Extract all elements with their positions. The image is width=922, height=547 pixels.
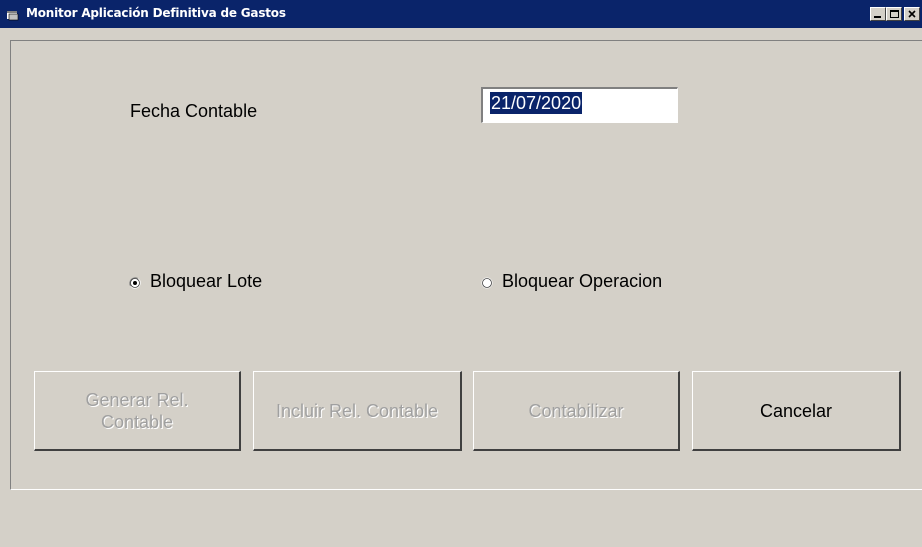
bloquear-operacion-radio[interactable] xyxy=(481,277,493,289)
close-button[interactable] xyxy=(904,7,920,21)
incluir-button-label: Incluir Rel. Contable xyxy=(275,400,439,421)
contabilizar-button-label: Contabilizar xyxy=(528,400,624,421)
window-title: Monitor Aplicación Definitiva de Gastos xyxy=(26,6,286,20)
fecha-contable-input[interactable]: 21/07/2020 xyxy=(481,87,678,123)
bloquear-lote-radio[interactable] xyxy=(129,277,141,289)
fecha-contable-label: Fecha Contable xyxy=(130,101,258,121)
maximize-icon xyxy=(890,10,899,18)
generar-label-line2: Contable xyxy=(100,411,174,432)
incluir-rel-contable-button[interactable]: Incluir Rel. Contable xyxy=(253,371,462,451)
minimize-icon xyxy=(874,16,881,18)
fecha-contable-value: 21/07/2020 xyxy=(490,92,583,114)
cancelar-button-label: Cancelar xyxy=(759,400,833,421)
title-bar[interactable]: Monitor Aplicación Definitiva de Gastos xyxy=(0,0,922,28)
contabilizar-button[interactable]: Contabilizar xyxy=(473,371,680,451)
minimize-button[interactable] xyxy=(870,7,886,21)
generar-label-line1: Generar Rel. xyxy=(85,389,189,410)
cancelar-button[interactable]: Cancelar xyxy=(692,371,901,451)
application-window: Monitor Aplicación Definitiva de Gastos … xyxy=(0,0,922,547)
bloquear-operacion-label[interactable]: Bloquear Operacion xyxy=(502,271,662,292)
maximize-button[interactable] xyxy=(886,7,902,21)
generar-button-label: Generar Rel. Contable xyxy=(85,389,188,433)
close-icon xyxy=(908,10,916,18)
generar-rel-contable-button[interactable]: Generar Rel. Contable xyxy=(34,371,241,451)
app-icon[interactable] xyxy=(6,8,20,21)
bloquear-lote-label[interactable]: Bloquear Lote xyxy=(150,271,262,292)
